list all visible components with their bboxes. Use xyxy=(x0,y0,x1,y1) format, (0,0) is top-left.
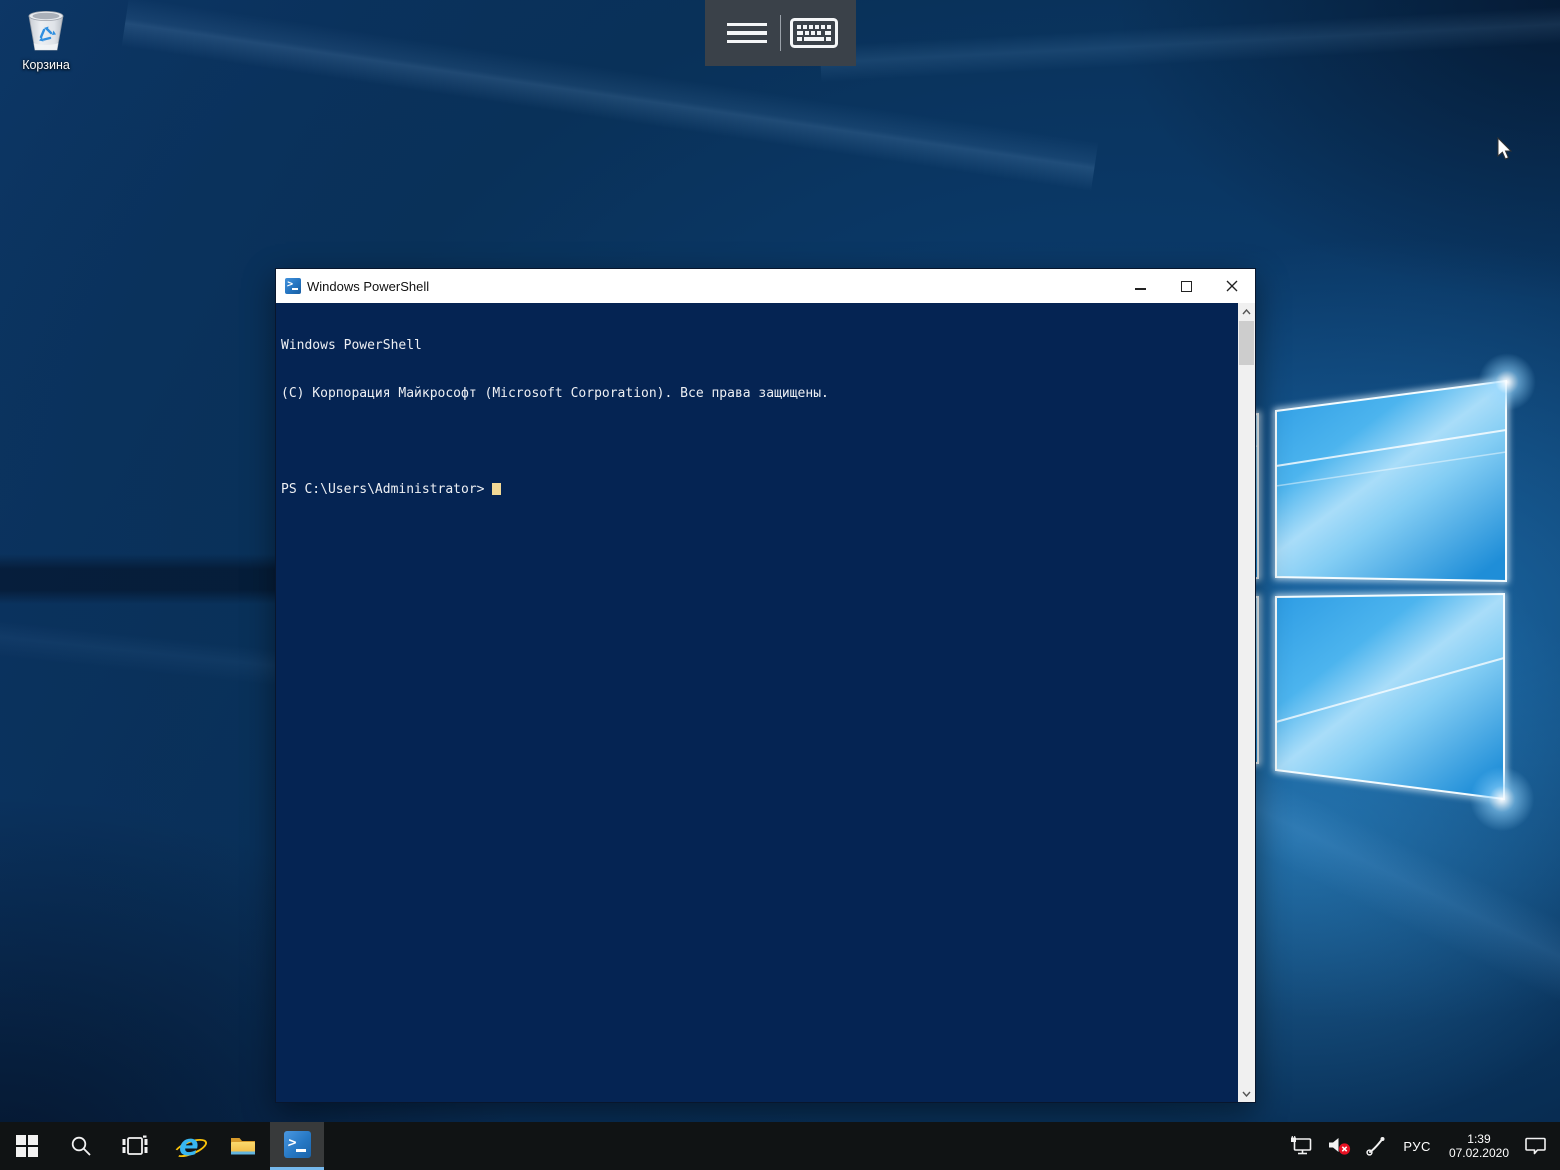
search-button[interactable] xyxy=(54,1122,108,1170)
minimize-icon xyxy=(1135,288,1146,290)
chevron-up-icon xyxy=(1242,309,1251,315)
window-title: Windows PowerShell xyxy=(307,279,1117,294)
logo-corner-glow xyxy=(1477,352,1537,412)
powershell-window: > Windows PowerShell Windows PowerShell … xyxy=(275,268,1256,1103)
powershell-icon: > xyxy=(284,1131,311,1158)
logo-corner-glow xyxy=(1468,766,1536,832)
maximize-icon xyxy=(1181,281,1192,292)
internet-explorer-button[interactable]: e xyxy=(162,1122,216,1170)
system-tray: РУС 1:39 07.02.2020 xyxy=(1288,1122,1560,1170)
internet-explorer-icon: e xyxy=(173,1130,205,1162)
recycle-bin-icon xyxy=(21,8,71,56)
volume-muted-icon xyxy=(1327,1136,1352,1156)
close-icon xyxy=(1226,280,1238,292)
desktop: Корзина > Windows xyxy=(0,0,1560,1170)
scrollbar-thumb[interactable] xyxy=(1239,321,1254,365)
windows-start-icon xyxy=(16,1135,38,1157)
keyboard-button[interactable] xyxy=(781,0,847,66)
console-line: Windows PowerShell xyxy=(281,338,1238,354)
taskbar: e > xyxy=(0,1122,1560,1170)
close-button[interactable] xyxy=(1209,269,1255,303)
window-titlebar[interactable]: > Windows PowerShell xyxy=(276,269,1255,303)
vm-console-toolbar xyxy=(705,0,856,66)
pen-tray-button[interactable] xyxy=(1363,1136,1389,1156)
light-beam xyxy=(119,0,1101,208)
console-scrollbar[interactable] xyxy=(1238,303,1255,1102)
file-explorer-button[interactable] xyxy=(216,1122,270,1170)
prompt-text: PS C:\Users\Administrator> xyxy=(281,482,492,497)
menu-button[interactable] xyxy=(714,0,780,66)
start-button[interactable] xyxy=(0,1122,54,1170)
console-line: (C) Корпорация Майкрософт (Microsoft Cor… xyxy=(281,386,1238,402)
action-center-icon xyxy=(1524,1136,1548,1156)
tray-time: 1:39 xyxy=(1449,1132,1509,1146)
light-beam xyxy=(819,0,1560,98)
pen-icon xyxy=(1365,1136,1387,1156)
volume-tray-button[interactable] xyxy=(1325,1136,1354,1156)
powershell-app-icon: > xyxy=(285,278,301,294)
console-prompt-line: PS C:\Users\Administrator> xyxy=(281,482,1238,498)
desktop-icon-recycle-bin[interactable]: Корзина xyxy=(8,8,84,72)
console-line xyxy=(281,434,1238,450)
minimize-button[interactable] xyxy=(1117,269,1163,303)
scroll-down-button[interactable] xyxy=(1238,1085,1255,1102)
action-center-button[interactable] xyxy=(1522,1136,1550,1156)
language-indicator[interactable]: РУС xyxy=(1398,1139,1436,1154)
recycle-bin-label: Корзина xyxy=(8,58,84,72)
hamburger-icon xyxy=(727,23,767,44)
chevron-down-icon xyxy=(1242,1091,1251,1097)
scroll-up-button[interactable] xyxy=(1238,303,1255,320)
task-view-button[interactable] xyxy=(108,1122,162,1170)
text-cursor xyxy=(492,483,501,495)
powershell-taskbar-button[interactable]: > xyxy=(270,1122,324,1170)
wallpaper-shadow-band xyxy=(0,554,278,604)
network-tray-button[interactable] xyxy=(1288,1136,1316,1156)
keyboard-icon xyxy=(790,18,838,48)
maximize-button[interactable] xyxy=(1163,269,1209,303)
tray-date: 07.02.2020 xyxy=(1449,1146,1509,1160)
file-explorer-icon xyxy=(229,1134,257,1158)
console-output[interactable]: Windows PowerShell (C) Корпорация Майкро… xyxy=(276,303,1238,1102)
search-icon xyxy=(70,1135,92,1157)
task-view-icon xyxy=(122,1135,148,1157)
taskbar-empty-area xyxy=(324,1122,1288,1170)
clock[interactable]: 1:39 07.02.2020 xyxy=(1445,1132,1513,1160)
network-icon xyxy=(1290,1136,1314,1156)
